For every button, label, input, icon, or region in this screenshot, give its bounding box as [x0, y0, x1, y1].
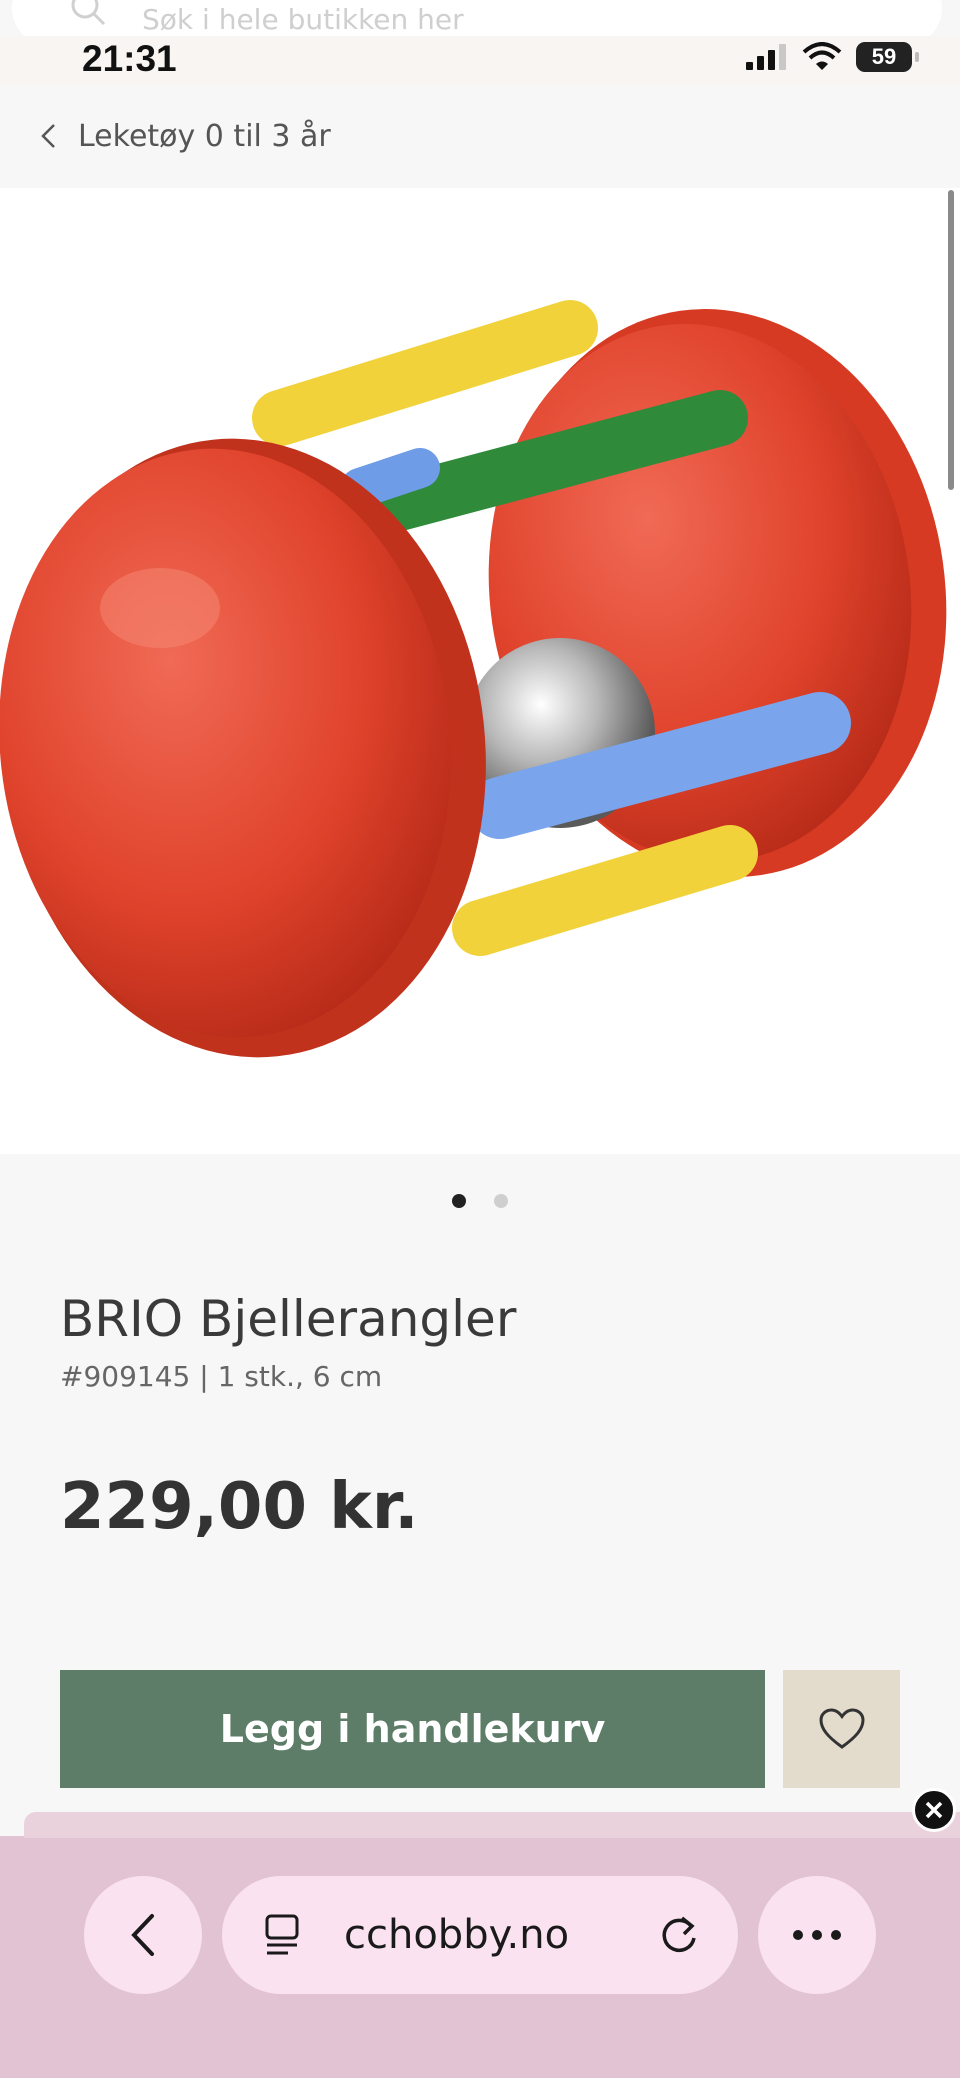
browser-back-button[interactable] — [84, 1876, 202, 1994]
breadcrumb-label: Leketøy 0 til 3 år — [78, 118, 331, 154]
product-image[interactable] — [0, 188, 960, 1154]
reload-icon[interactable] — [658, 1914, 700, 1956]
battery-icon: 59 — [856, 42, 919, 72]
page-menu-icon — [265, 1914, 299, 1955]
status-time: 21:31 — [82, 38, 177, 79]
search-placeholder: Søk i hele butikken her — [142, 2, 464, 36]
more-icon — [793, 1930, 841, 1940]
product-meta: #909145 | 1 stk., 6 cm — [60, 1360, 383, 1393]
rattle-illustration — [0, 300, 947, 1058]
search-icon — [71, 0, 106, 26]
address-bar[interactable]: cchobby.no — [222, 1876, 738, 1994]
pagination-dot[interactable] — [494, 1194, 508, 1208]
close-icon — [925, 1801, 943, 1819]
status-icons: 59 — [744, 42, 919, 72]
favorite-button[interactable] — [783, 1670, 900, 1788]
product-title: BRIO Bjellerangler — [60, 1290, 517, 1348]
url-text: cchobby.no — [344, 1912, 570, 1958]
scrollbar[interactable] — [948, 190, 954, 490]
breadcrumb[interactable]: Leketøy 0 til 3 år — [0, 86, 960, 186]
browser-more-button[interactable] — [758, 1876, 876, 1994]
wifi-icon — [802, 42, 842, 70]
chevron-left-icon — [41, 124, 55, 148]
add-to-cart-button[interactable]: Legg i handlekurv — [60, 1670, 765, 1788]
product-price: 229,00 kr. — [60, 1470, 419, 1544]
close-button[interactable] — [912, 1788, 956, 1832]
pagination-dot[interactable] — [452, 1194, 466, 1208]
sheet-edge — [24, 1812, 960, 1838]
battery-level: 59 — [871, 44, 897, 69]
signal-icon — [746, 44, 786, 70]
image-pagination[interactable] — [0, 1194, 960, 1208]
heart-icon — [818, 1708, 865, 1749]
chevron-left-icon — [131, 1914, 154, 1956]
